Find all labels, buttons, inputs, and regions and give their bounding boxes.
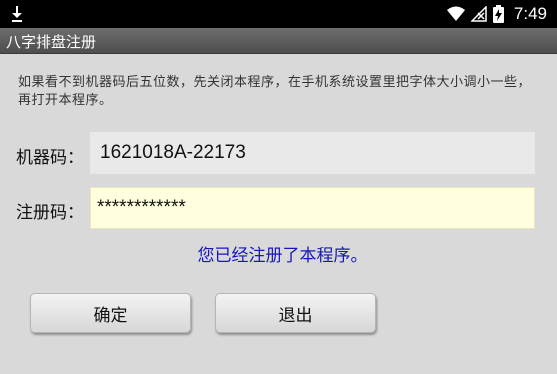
status-bar: 7:49 xyxy=(0,0,557,28)
download-icon xyxy=(12,6,22,22)
registration-code-input[interactable]: ************ xyxy=(90,187,535,229)
signal-off-icon xyxy=(470,6,487,22)
exit-button[interactable]: 退出 xyxy=(215,293,376,333)
wifi-icon xyxy=(446,6,465,21)
clock-time: 7:49 xyxy=(513,4,547,23)
machine-code-field: 1621018A-22173 xyxy=(90,132,535,174)
window-title: 八字排盘注册 xyxy=(6,33,97,51)
registration-code-label: 注册码： xyxy=(16,203,84,223)
machine-code-label: 机器码： xyxy=(16,148,84,168)
ok-button[interactable]: 确定 xyxy=(30,293,191,333)
title-bar: 八字排盘注册 xyxy=(0,28,557,54)
font-size-notice: 如果看不到机器码后五位数，先关闭本程序，在手机系统设置里把字体大小调小一些，再打… xyxy=(18,75,532,108)
battery-charging-icon xyxy=(492,5,504,23)
registration-status-message: 您已经注册了本程序。 xyxy=(197,246,368,266)
